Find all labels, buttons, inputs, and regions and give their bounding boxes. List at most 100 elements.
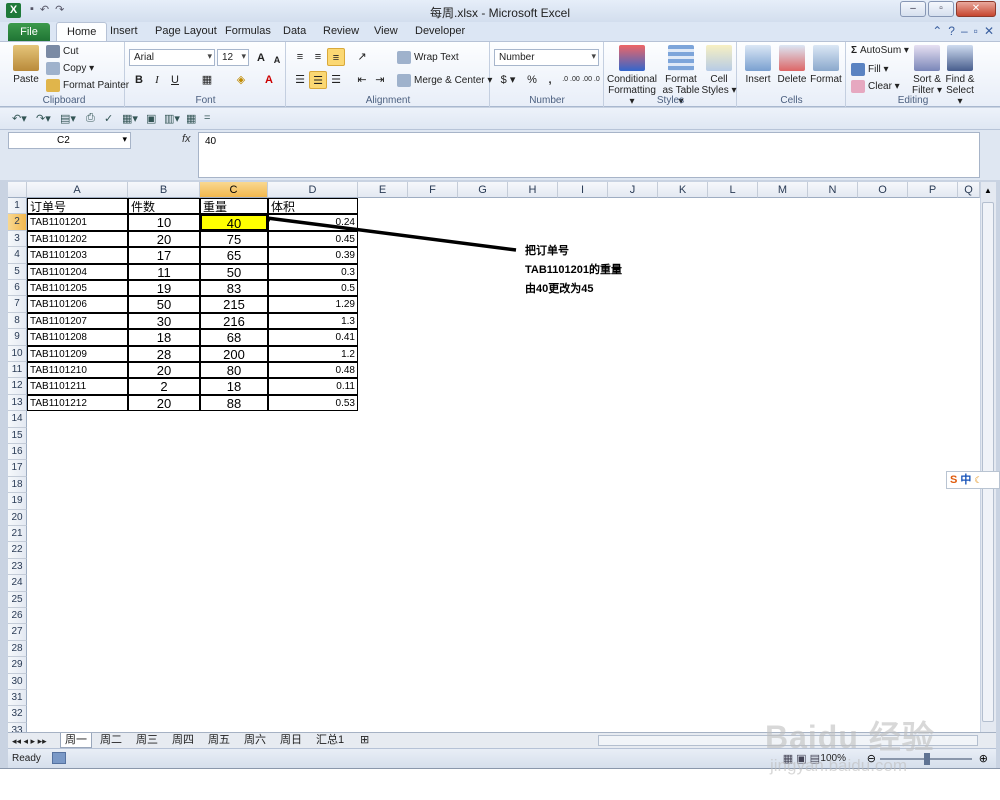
- table-cell[interactable]: TAB1101210: [27, 362, 128, 379]
- chart-icon[interactable]: ▥▾: [164, 112, 180, 125]
- font-size-select[interactable]: 12: [217, 49, 249, 66]
- cut-button[interactable]: Cut: [46, 45, 79, 58]
- name-box[interactable]: C2: [8, 132, 131, 149]
- row-header[interactable]: 17: [8, 460, 27, 477]
- copy-button[interactable]: Copy ▾: [46, 62, 94, 75]
- table-cell[interactable]: 1.29: [268, 296, 358, 313]
- sheet-tab-sat[interactable]: 周六: [240, 733, 270, 748]
- bold-button[interactable]: B: [130, 71, 148, 89]
- table-cell[interactable]: 0.45: [268, 230, 358, 248]
- row-header[interactable]: 10: [8, 345, 27, 362]
- table-cell[interactable]: 68: [200, 329, 268, 346]
- scroll-thumb[interactable]: [982, 202, 994, 722]
- select-all-corner[interactable]: [8, 182, 27, 198]
- column-header-h[interactable]: H: [508, 182, 558, 198]
- row-header[interactable]: 16: [8, 444, 27, 461]
- header-cell-c[interactable]: 重量: [200, 198, 268, 215]
- format-cells-button[interactable]: Format: [808, 45, 844, 85]
- table-cell[interactable]: 1.2: [268, 345, 358, 362]
- ime-language[interactable]: 中: [960, 474, 971, 486]
- table-cell[interactable]: 50: [128, 296, 200, 313]
- mdi-close-icon[interactable]: ✕: [984, 24, 994, 38]
- table-cell[interactable]: 0.41: [268, 329, 358, 346]
- table-cell[interactable]: 18: [200, 378, 268, 395]
- table-cell[interactable]: 50: [200, 263, 268, 280]
- row-header[interactable]: 30: [8, 673, 27, 690]
- percent-button[interactable]: %: [523, 71, 541, 89]
- shrink-font-button[interactable]: A: [268, 51, 286, 69]
- table-cell[interactable]: 0.5: [268, 280, 358, 297]
- sheet-tab-tue[interactable]: 周二: [96, 733, 126, 748]
- column-header-g[interactable]: G: [458, 182, 508, 198]
- header-cell-b[interactable]: 件数: [128, 198, 200, 215]
- row-header[interactable]: 2: [8, 214, 27, 231]
- scroll-up-icon[interactable]: ▲: [984, 186, 992, 195]
- close-button[interactable]: ✕: [956, 1, 996, 17]
- new-sheet-icon[interactable]: ⊞: [356, 733, 373, 748]
- table-cell[interactable]: 75: [200, 230, 268, 248]
- tab-view[interactable]: View: [374, 25, 398, 37]
- table-cell[interactable]: TAB1101212: [27, 394, 128, 412]
- column-header-k[interactable]: K: [658, 182, 708, 198]
- sheet-nav-icon[interactable]: ◂◂ ◂ ▸ ▸▸: [8, 734, 51, 749]
- align-top-icon[interactable]: ≡: [291, 48, 309, 66]
- sheet-tab-wed[interactable]: 周三: [132, 733, 162, 748]
- table-cell[interactable]: 83: [200, 280, 268, 297]
- column-header-i[interactable]: I: [558, 182, 608, 198]
- sheet-tab-summary[interactable]: 汇总1: [312, 733, 348, 748]
- column-header-n[interactable]: N: [808, 182, 858, 198]
- merge-center-button[interactable]: Merge & Center ▾: [397, 74, 492, 87]
- spelling-icon[interactable]: ✓: [104, 112, 113, 125]
- table-cell[interactable]: TAB1101205: [27, 280, 128, 297]
- row-header[interactable]: 3: [8, 230, 27, 248]
- mdi-minimize-icon[interactable]: –: [961, 24, 968, 38]
- sort-filter-button[interactable]: Sort & Filter ▾: [911, 45, 943, 96]
- table-cell[interactable]: TAB1101202: [27, 230, 128, 248]
- font-name-select[interactable]: Arial: [129, 49, 215, 66]
- row-header[interactable]: 21: [8, 526, 27, 543]
- table-cell[interactable]: 20: [128, 362, 200, 379]
- clear-button[interactable]: Clear ▾: [851, 80, 900, 93]
- vertical-scrollbar[interactable]: ▲: [981, 182, 996, 732]
- table-cell[interactable]: TAB1101201: [27, 214, 128, 231]
- restore-button[interactable]: ▫: [928, 1, 954, 17]
- table-cell[interactable]: 88: [200, 394, 268, 412]
- row-header[interactable]: 27: [8, 624, 27, 641]
- tab-review[interactable]: Review: [323, 25, 359, 37]
- table-cell[interactable]: 0.53: [268, 394, 358, 412]
- borders-icon[interactable]: ▦: [198, 71, 216, 89]
- wrap-text-button[interactable]: Wrap Text: [397, 51, 459, 64]
- row-header[interactable]: 5: [8, 263, 27, 280]
- column-header-e[interactable]: E: [358, 182, 408, 198]
- row-header[interactable]: 14: [8, 411, 27, 428]
- row-header[interactable]: 19: [8, 493, 27, 510]
- table-cell[interactable]: 30: [128, 312, 200, 330]
- sheet-icon[interactable]: ▣: [146, 112, 156, 125]
- insert-cells-button[interactable]: Insert: [740, 45, 776, 85]
- decrease-decimal-button[interactable]: .00 .0: [581, 71, 601, 89]
- column-header-q[interactable]: Q: [958, 182, 980, 198]
- table-cell[interactable]: 215: [200, 296, 268, 313]
- row-header[interactable]: 20: [8, 509, 27, 526]
- mdi-restore-icon[interactable]: ▫: [974, 24, 978, 38]
- table-cell[interactable]: 10: [128, 214, 200, 231]
- table-cell[interactable]: 0.11: [268, 378, 358, 395]
- row-header[interactable]: 22: [8, 542, 27, 559]
- decrease-indent-icon[interactable]: ⇤: [353, 71, 371, 89]
- fill-color-icon[interactable]: ◈: [232, 71, 250, 89]
- table-cell[interactable]: 80: [200, 362, 268, 379]
- table-cell[interactable]: 17: [128, 247, 200, 264]
- table-cell[interactable]: TAB1101211: [27, 378, 128, 395]
- row-header[interactable]: 28: [8, 640, 27, 658]
- font-color-icon[interactable]: A: [260, 71, 278, 89]
- table-cell[interactable]: 2: [128, 378, 200, 395]
- minimize-button[interactable]: –: [900, 1, 926, 17]
- table-cell[interactable]: TAB1101203: [27, 247, 128, 264]
- table-cell[interactable]: TAB1101206: [27, 296, 128, 313]
- align-right-icon[interactable]: ☰: [327, 71, 345, 89]
- align-left-icon[interactable]: ☰: [291, 71, 309, 89]
- undo-icon[interactable]: ↶▾: [12, 112, 27, 125]
- help-icon[interactable]: ?: [948, 24, 955, 38]
- column-header-f[interactable]: F: [408, 182, 458, 198]
- table-cell[interactable]: 19: [128, 280, 200, 297]
